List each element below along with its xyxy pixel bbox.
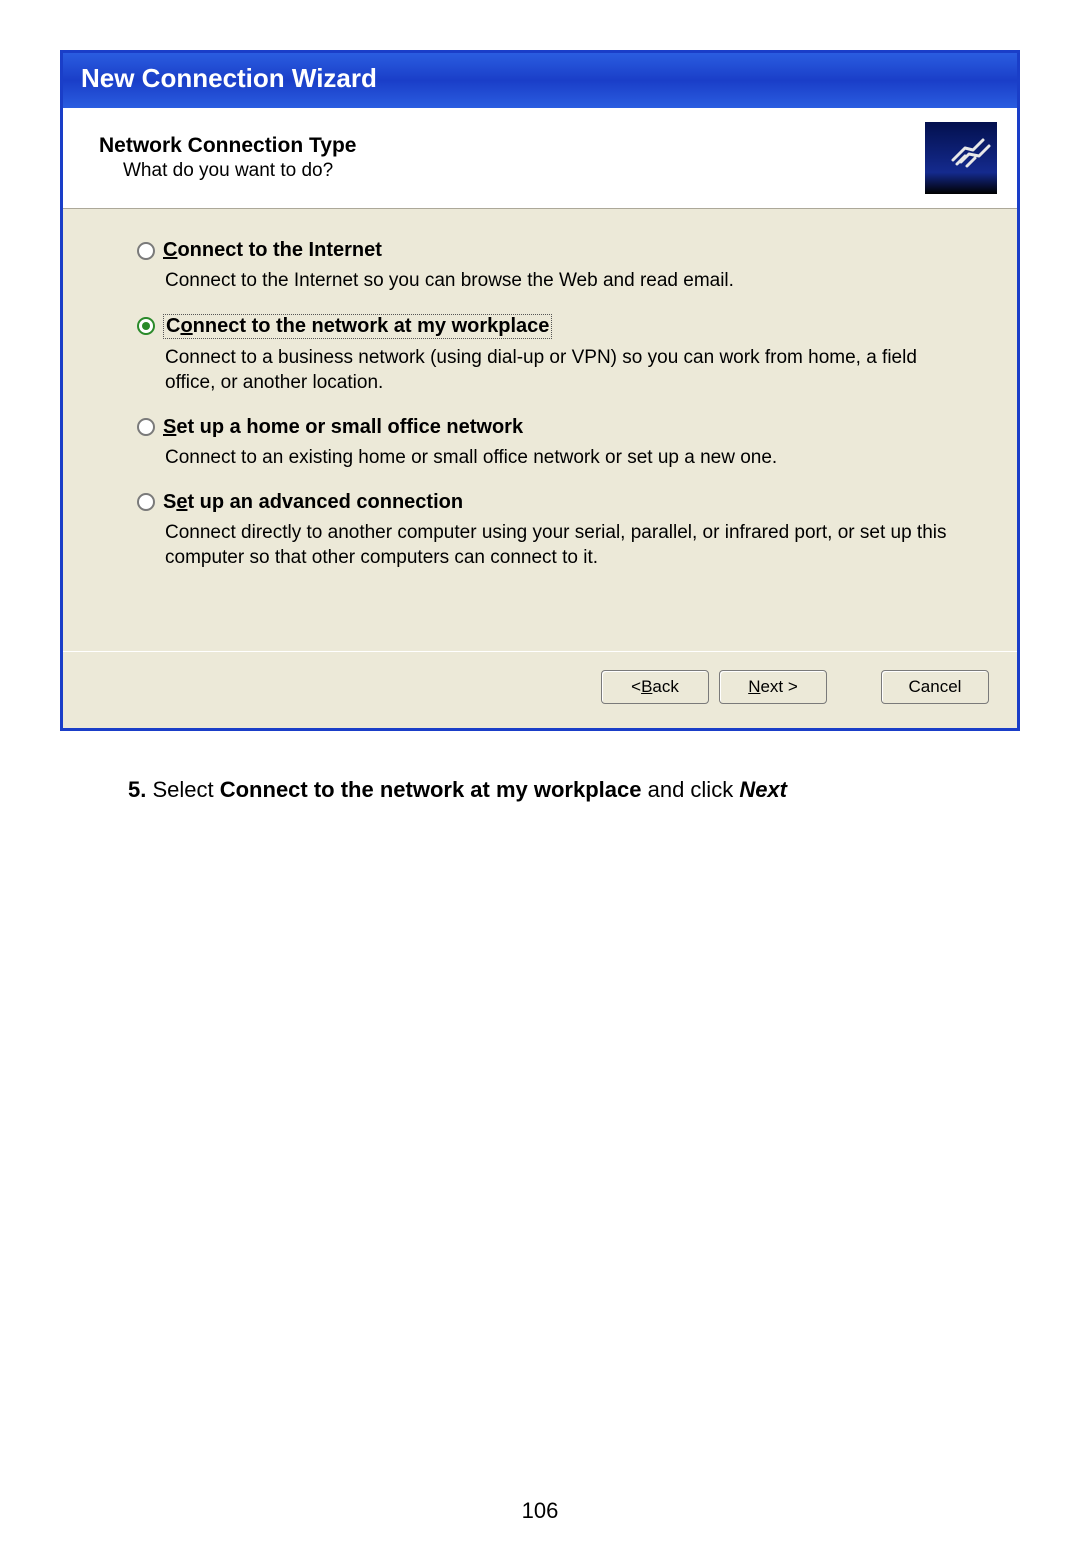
wizard-header: Network Connection Type What do you want… bbox=[63, 108, 1017, 209]
window-title: New Connection Wizard bbox=[81, 63, 377, 93]
option-description: Connect directly to another computer usi… bbox=[165, 520, 965, 571]
radio-icon[interactable] bbox=[137, 317, 155, 335]
header-subtitle: What do you want to do? bbox=[123, 160, 925, 182]
option-advanced-connection[interactable]: Set up an advanced connection Connect di… bbox=[137, 491, 977, 571]
instruction-step-5: 5. Select Connect to the network at my w… bbox=[128, 777, 1020, 803]
window-titlebar: New Connection Wizard bbox=[63, 53, 1017, 108]
new-connection-wizard: New Connection Wizard Network Connection… bbox=[60, 50, 1020, 731]
header-title: Network Connection Type bbox=[99, 134, 925, 158]
cancel-button[interactable]: Cancel bbox=[881, 670, 989, 704]
handshake-icon bbox=[925, 122, 997, 194]
option-label: Set up a home or small office network bbox=[163, 416, 523, 439]
option-connect-internet[interactable]: Connect to the Internet Connect to the I… bbox=[137, 239, 977, 294]
option-setup-home-office[interactable]: Set up a home or small office network Co… bbox=[137, 416, 977, 471]
radio-icon[interactable] bbox=[137, 418, 155, 436]
option-label: Connect to the network at my workplace bbox=[163, 314, 552, 339]
wizard-footer: < Back Next > Cancel bbox=[63, 651, 1017, 728]
next-button[interactable]: Next > bbox=[719, 670, 827, 704]
option-description: Connect to a business network (using dia… bbox=[165, 345, 965, 396]
radio-icon[interactable] bbox=[137, 242, 155, 260]
radio-icon[interactable] bbox=[137, 493, 155, 511]
page-number: 106 bbox=[0, 1498, 1080, 1524]
option-description: Connect to the Internet so you can brows… bbox=[165, 268, 965, 294]
back-button[interactable]: < Back bbox=[601, 670, 709, 704]
option-label: Set up an advanced connection bbox=[163, 491, 463, 514]
option-label: Connect to the Internet bbox=[163, 239, 382, 262]
option-connect-workplace[interactable]: Connect to the network at my workplace C… bbox=[137, 314, 977, 396]
wizard-body: Connect to the Internet Connect to the I… bbox=[63, 209, 1017, 651]
option-description: Connect to an existing home or small off… bbox=[165, 445, 965, 471]
